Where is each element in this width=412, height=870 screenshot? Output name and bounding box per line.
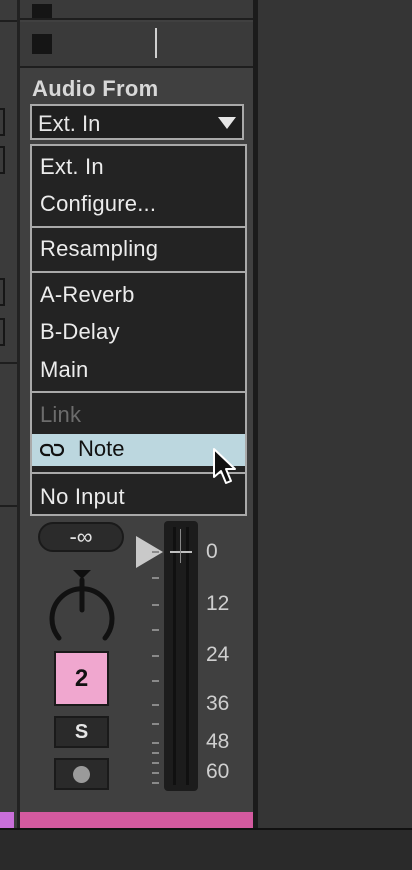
meter-scale-tick [152, 723, 159, 725]
meter-scale-label: 36 [206, 692, 230, 715]
meter-scale-tick [152, 782, 159, 784]
neighbor-control [0, 318, 5, 346]
track-header-row [20, 0, 253, 20]
meter-scale-tick [152, 752, 159, 754]
menu-item-b-delay[interactable]: B-Delay [40, 319, 120, 345]
meter-scale-tick [152, 680, 159, 682]
menu-item-note-label: Note [78, 436, 125, 461]
square-icon [32, 4, 52, 18]
meter-scale-tick [152, 577, 159, 579]
bottom-bar [0, 828, 412, 870]
link-icon [40, 443, 64, 457]
empty-pane [258, 0, 412, 828]
level-meter[interactable] [164, 521, 198, 791]
meter-scale-label: 24 [206, 643, 230, 666]
meter-scale-label: 12 [206, 592, 230, 615]
meter-scale-tick [152, 704, 159, 706]
fader-level-mark[interactable] [170, 551, 192, 553]
menu-item-main[interactable]: Main [40, 357, 89, 383]
neighbor-control [0, 278, 5, 306]
cursor-bar-icon [155, 28, 157, 58]
meter-scale-label: 48 [206, 730, 230, 753]
volume-readout[interactable]: -∞ [38, 522, 124, 552]
meter-scale-tick [152, 604, 159, 606]
meter-scale-label: 0 [206, 540, 218, 563]
menu-item-configure[interactable]: Configure... [40, 191, 156, 217]
audio-from-select[interactable]: Ext. In [30, 104, 244, 140]
menu-item-no-input[interactable]: No Input [40, 484, 125, 510]
fader-handle[interactable] [180, 529, 181, 563]
solo-button[interactable]: S [54, 716, 109, 748]
menu-divider [32, 226, 245, 228]
menu-item-a-reverb[interactable]: A-Reverb [40, 282, 135, 308]
audio-from-label: Audio From [32, 76, 159, 101]
menu-divider [32, 271, 245, 273]
neighbor-control [0, 108, 5, 136]
meter-lane-left [173, 527, 176, 785]
record-arm-button[interactable] [54, 758, 109, 790]
neighbor-control [0, 146, 5, 174]
menu-divider [32, 391, 245, 393]
track-control-row [20, 22, 253, 68]
record-arm-icon [73, 766, 90, 783]
menu-item-resampling[interactable]: Resampling [40, 236, 158, 262]
mouse-pointer-icon [213, 448, 236, 484]
menu-item-link: Link [40, 402, 82, 427]
audio-from-value: Ext. In [38, 111, 101, 136]
meter-scale-label: 60 [206, 760, 230, 783]
meter-lane-right [186, 527, 189, 785]
meter-scale-tick [152, 629, 159, 631]
meter-scale-tick [152, 772, 159, 774]
square-icon [32, 34, 52, 54]
meter-scale-tick [152, 762, 159, 764]
pan-knob-icon[interactable] [46, 566, 118, 644]
chevron-down-icon [218, 117, 236, 129]
clip-strip[interactable] [20, 812, 253, 828]
meter-scale-tick [152, 551, 159, 553]
menu-item-ext-in[interactable]: Ext. In [40, 154, 104, 180]
clip-strip [0, 812, 14, 828]
meter-scale-tick [152, 655, 159, 657]
track-number-button[interactable]: 2 [54, 651, 109, 706]
meter-scale-tick [152, 742, 159, 744]
